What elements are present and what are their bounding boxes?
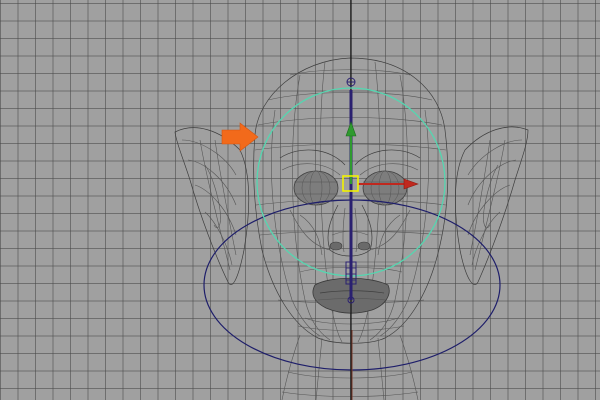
annotation-arrow-icon [221, 122, 259, 152]
left-eye-mesh [293, 170, 339, 206]
right-eye-mesh [362, 170, 408, 206]
scene-canvas[interactable] [0, 0, 600, 400]
left-ear-mesh [174, 127, 250, 285]
right-ear-mesh [454, 126, 529, 285]
x-axis-arrow-handle[interactable] [403, 178, 419, 190]
y-axis-arrow-handle[interactable] [345, 121, 357, 137]
viewport-3d[interactable] [0, 0, 600, 400]
